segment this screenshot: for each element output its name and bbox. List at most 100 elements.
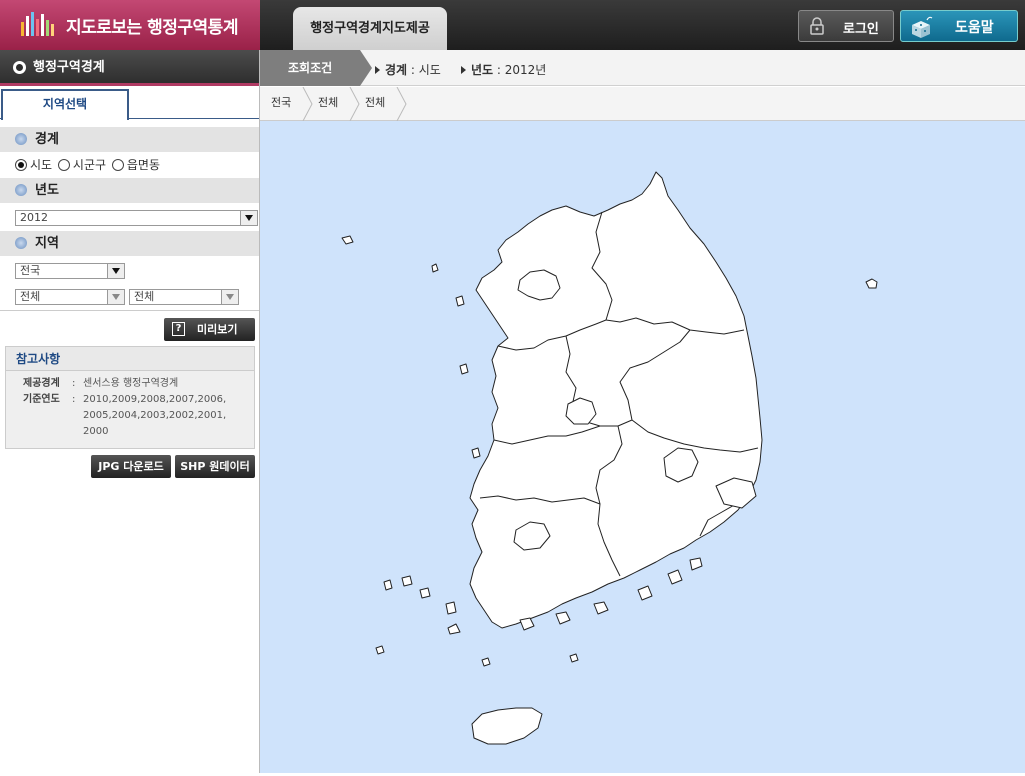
reference-key: 기준연도 (23, 394, 60, 405)
map-canvas[interactable] (260, 121, 1025, 773)
preview-button[interactable]: ? 미리보기 (164, 318, 255, 341)
map-island[interactable] (519, 617, 535, 631)
site-title: 지도로보는 행정구역통계 (66, 18, 238, 38)
menu-title: 행정구역경계 (0, 50, 259, 86)
map-island[interactable] (447, 623, 461, 635)
bar-chart-icon (21, 12, 54, 36)
map-island[interactable] (667, 569, 683, 585)
region-eupmyeondong-select[interactable]: 전체 (129, 289, 239, 305)
map-island[interactable] (689, 557, 703, 571)
breadcrumb-level3[interactable]: 전체 (365, 87, 385, 121)
map-mainland[interactable] (469, 171, 763, 629)
year-select[interactable]: 2012 (15, 210, 258, 226)
triangle-right-icon (461, 66, 466, 74)
year-section-title: 년도 (35, 183, 59, 198)
year-select-value: 2012 (20, 211, 48, 224)
condition-year-value: 2012년 (504, 63, 547, 77)
condition-boundary-key: 경계 (385, 63, 408, 77)
radio-sigungu[interactable] (57, 159, 70, 171)
help-button[interactable]: 도움말 (900, 10, 1018, 42)
tab-boundary-map[interactable]: 행정구역경계지도제공 (293, 7, 447, 50)
korea-map[interactable] (260, 121, 1025, 773)
bullet-icon (15, 237, 27, 249)
query-condition-bar: 조회조건 경계 : 시도 년도 : 2012년 (260, 50, 1025, 86)
condition-year-key: 년도 (471, 63, 494, 77)
menu-bullet-icon (13, 61, 26, 74)
radio-sido[interactable] (15, 159, 27, 171)
reference-row: 제공경계 : 센서스용 행정구역경계 (23, 376, 254, 392)
map-island[interactable] (431, 263, 439, 273)
reference-key: 제공경계 (23, 378, 60, 389)
map-island[interactable] (569, 653, 579, 663)
map-island[interactable] (471, 447, 481, 459)
year-section-header: 년도 (0, 178, 259, 203)
bullet-icon (15, 184, 27, 196)
breadcrumb-level2[interactable]: 전체 (318, 87, 338, 121)
shp-download-button[interactable]: SHP 원데이터 (175, 455, 255, 478)
map-island[interactable] (555, 611, 571, 625)
map-island[interactable] (459, 363, 469, 375)
breadcrumb-national[interactable]: 전국 (271, 87, 291, 121)
top-header: 지도로보는 행정구역통계 행정구역경계지도제공 로그인 도움말 (0, 0, 1025, 50)
condition-boundary: 경계 : 시도 (375, 61, 441, 78)
radio-sigungu-label[interactable]: 시군구 (73, 158, 106, 172)
region-sigungu-select[interactable]: 전체 (15, 289, 125, 305)
site-logo[interactable]: 지도로보는 행정구역통계 (0, 0, 260, 50)
map-island[interactable] (375, 645, 385, 655)
jpg-download-button[interactable]: JPG 다운로드 (91, 455, 171, 478)
map-island[interactable] (445, 601, 457, 615)
menu-title-label: 행정구역경계 (33, 60, 105, 75)
map-island[interactable] (637, 585, 653, 601)
login-label: 로그인 (843, 22, 879, 37)
condition-year: 년도 : 2012년 (461, 61, 546, 78)
reference-value: 센서스용 행정구역경계 (83, 378, 179, 389)
boundary-section-title: 경계 (35, 132, 59, 147)
map-island[interactable] (383, 579, 393, 591)
map-island[interactable] (455, 295, 465, 307)
chevron-down-icon[interactable] (221, 290, 238, 304)
help-label: 도움말 (955, 20, 994, 36)
region-sido-value: 전국 (20, 264, 41, 277)
map-island-jeju[interactable] (471, 707, 543, 745)
region-section-header: 지역 (0, 231, 259, 256)
map-island[interactable] (401, 575, 413, 587)
region-section-title: 지역 (35, 236, 59, 251)
boundary-section-header: 경계 (0, 127, 259, 152)
sidebar-tabbar: 지역선택 (0, 86, 259, 120)
bullet-icon (15, 133, 27, 145)
chevron-right-icon (396, 87, 407, 121)
query-condition-label: 조회조건 (260, 50, 372, 86)
map-island[interactable] (481, 657, 491, 667)
lock-icon (810, 17, 824, 35)
radio-eupmyeondong-label[interactable]: 읍면동 (127, 158, 160, 172)
chevron-down-icon[interactable] (107, 290, 124, 304)
reference-colon: : (72, 378, 76, 389)
login-button[interactable]: 로그인 (798, 10, 894, 42)
region-eupmyeondong-value: 전체 (134, 290, 155, 303)
map-island[interactable] (341, 235, 354, 245)
region-sido-select[interactable]: 전국 (15, 263, 125, 279)
triangle-right-icon (375, 66, 380, 74)
reference-box: 참고사항 제공경계 : 센서스용 행정구역경계 기준연도 : 2010,2009… (5, 346, 255, 449)
map-island[interactable] (593, 601, 609, 615)
chevron-down-icon[interactable] (240, 211, 257, 225)
boundary-radio-group: 시도 시군구 읍면동 (0, 152, 259, 178)
map-island[interactable] (419, 587, 431, 599)
condition-boundary-value: 시도 (418, 63, 441, 77)
help-dice-icon (912, 16, 933, 38)
map-island-ulleung[interactable] (865, 278, 878, 289)
radio-sido-label[interactable]: 시도 (30, 158, 52, 172)
chevron-right-icon (302, 87, 313, 121)
chevron-down-icon[interactable] (107, 264, 124, 278)
map-breadcrumb: 전국 전체 전체 (260, 87, 1025, 121)
reference-colon: : (72, 394, 76, 405)
tab-region-select[interactable]: 지역선택 (1, 89, 129, 120)
preview-label: 미리보기 (197, 323, 238, 336)
radio-eupmyeondong[interactable] (111, 159, 124, 171)
help-question-icon: ? (172, 322, 185, 336)
divider (0, 310, 259, 311)
reference-body: 제공경계 : 센서스용 행정구역경계 기준연도 : 2010,2009,2008… (6, 371, 254, 440)
left-panel: 행정구역경계 지역선택 경계 시도 시군구 읍면동 년도 2012 지역 전국 … (0, 50, 260, 773)
reference-row: 기준연도 : 2010,2009,2008,2007,2006,2005,200… (23, 392, 254, 440)
reference-value: 2010,2009,2008,2007,2006,2005,2004,2003,… (83, 394, 227, 437)
